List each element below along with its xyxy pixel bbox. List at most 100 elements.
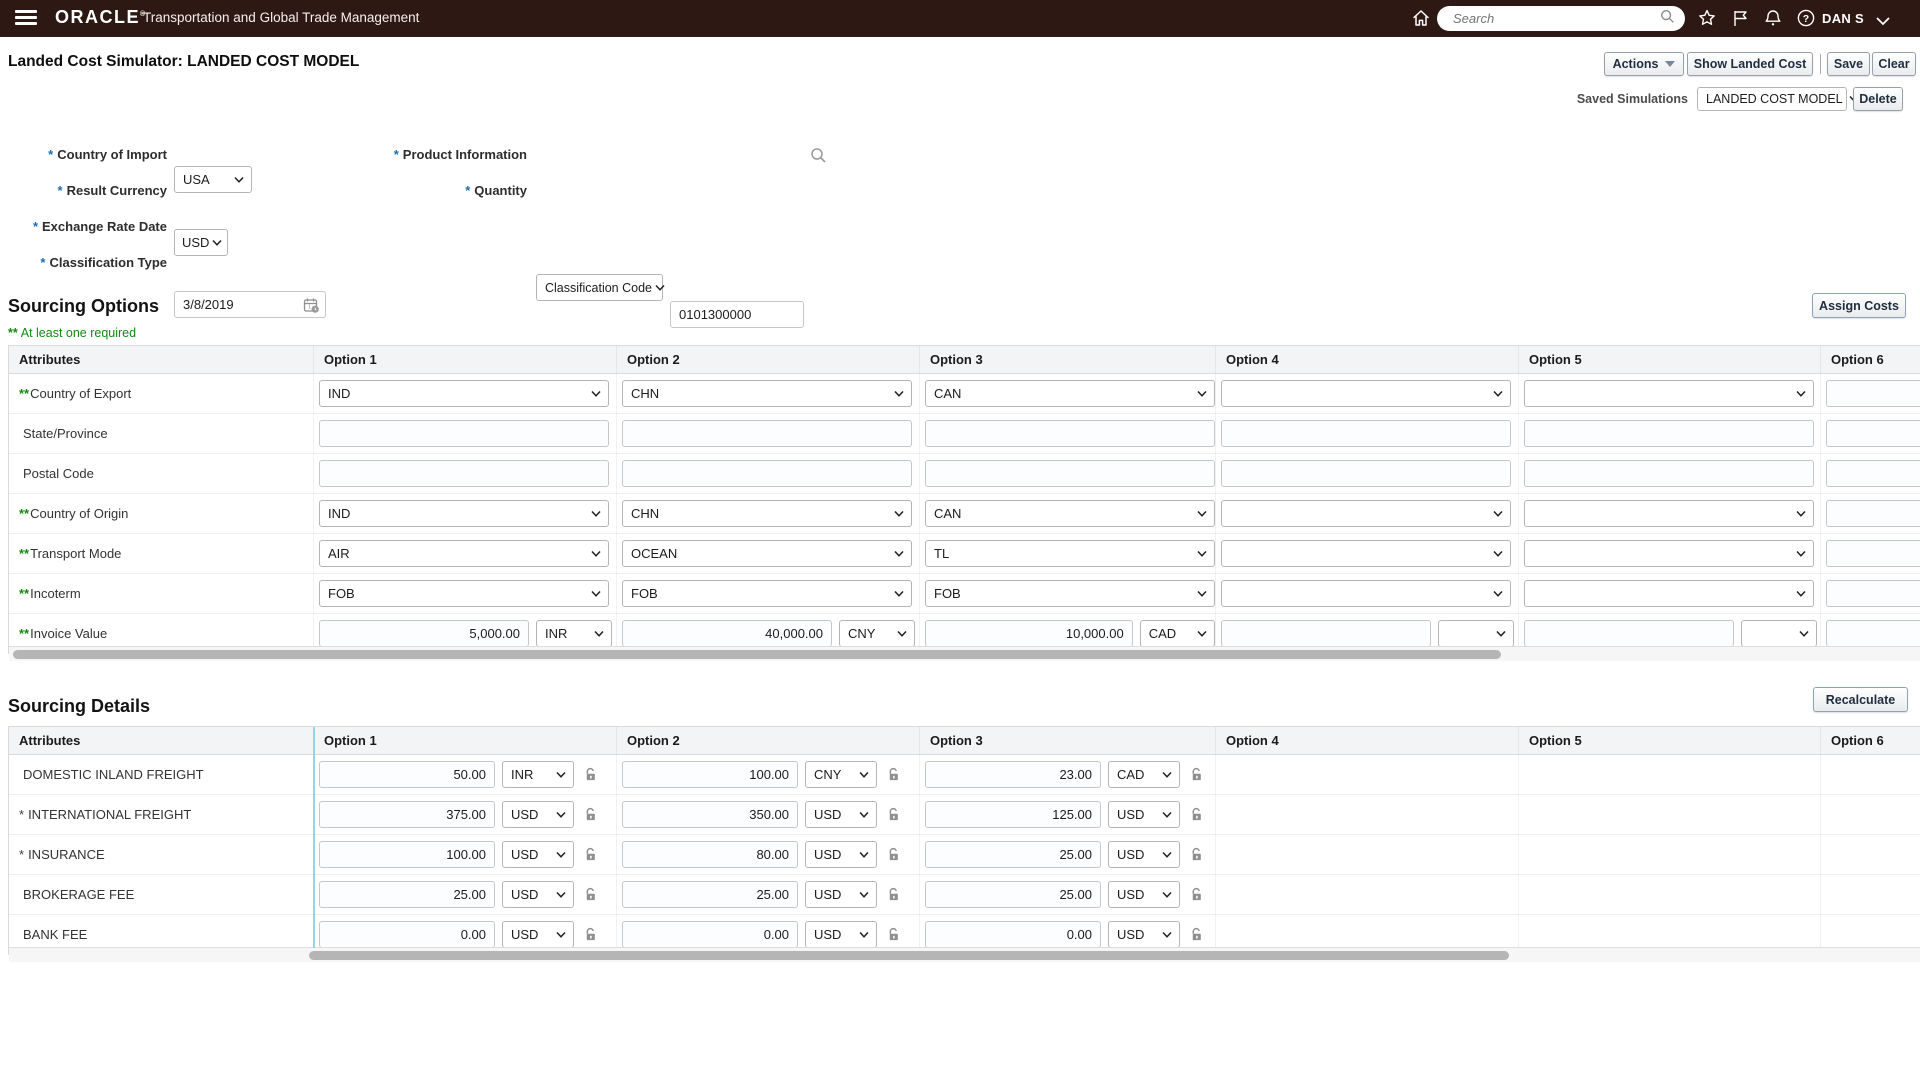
option-select[interactable]: INR (536, 620, 612, 647)
unlock-icon[interactable] (583, 767, 598, 783)
help-icon[interactable]: ? (1796, 8, 1816, 28)
option-select[interactable]: IND (319, 500, 609, 527)
delete-button[interactable]: Delete (1853, 87, 1903, 111)
option-input[interactable] (925, 420, 1215, 447)
calendar-icon[interactable]: 1 (303, 297, 320, 317)
show-landed-cost-button[interactable]: Show Landed Cost (1687, 52, 1813, 76)
clear-button[interactable]: Clear (1872, 52, 1916, 76)
option-input[interactable]: 125.00 (925, 801, 1101, 828)
option-select[interactable] (1524, 540, 1814, 567)
option-input[interactable] (622, 420, 912, 447)
option-input[interactable] (1826, 540, 1920, 567)
option-select[interactable]: USD (805, 881, 877, 908)
save-button[interactable]: Save (1827, 52, 1870, 76)
option-select[interactable] (1524, 380, 1814, 407)
user-menu-chevron-down-icon[interactable] (1876, 13, 1890, 31)
option-select[interactable]: FOB (622, 580, 912, 607)
unlock-icon[interactable] (886, 887, 901, 903)
unlock-icon[interactable] (583, 887, 598, 903)
unlock-icon[interactable] (886, 767, 901, 783)
exchange-rate-date-input[interactable]: 3/8/2019 1 (174, 291, 326, 318)
option-select[interactable]: USD (1108, 881, 1180, 908)
option-input[interactable]: 80.00 (622, 841, 798, 868)
option-input[interactable] (1221, 420, 1511, 447)
scrollbar-thumb[interactable] (309, 951, 1509, 960)
option-select[interactable]: USD (805, 801, 877, 828)
option-input[interactable]: 25.00 (622, 881, 798, 908)
option-select[interactable] (1221, 540, 1511, 567)
flag-icon[interactable] (1731, 8, 1751, 28)
unlock-icon[interactable] (583, 807, 598, 823)
sourcing-options-hscrollbar[interactable] (9, 646, 1920, 661)
actions-button[interactable]: Actions (1604, 52, 1684, 76)
unlock-icon[interactable] (1189, 807, 1204, 823)
option-select[interactable]: CHN (622, 500, 912, 527)
user-name[interactable]: DAN S (1822, 11, 1864, 26)
option-select[interactable] (1524, 580, 1814, 607)
option-select[interactable]: USD (502, 841, 574, 868)
favorites-star-icon[interactable] (1697, 8, 1717, 28)
hamburger-menu-icon[interactable] (15, 10, 37, 26)
option-input[interactable] (1826, 420, 1920, 447)
option-select[interactable]: USD (502, 921, 574, 948)
product-information-type-select[interactable]: Classification Code (536, 274, 665, 301)
option-input[interactable]: 25.00 (319, 881, 495, 908)
unlock-icon[interactable] (583, 927, 598, 943)
unlock-icon[interactable] (1189, 767, 1204, 783)
option-select[interactable] (1221, 580, 1511, 607)
option-input[interactable]: 40,000.00 (622, 620, 832, 647)
option-input[interactable]: 0.00 (319, 921, 495, 948)
option-select[interactable]: CAD (1139, 620, 1215, 647)
option-select[interactable]: FOB (319, 580, 609, 607)
unlock-icon[interactable] (886, 807, 901, 823)
option-input[interactable] (1221, 620, 1431, 647)
option-select[interactable]: CAN (925, 380, 1215, 407)
sourcing-details-hscrollbar[interactable] (9, 947, 1920, 962)
unlock-icon[interactable] (1189, 847, 1204, 863)
option-input[interactable]: 350.00 (622, 801, 798, 828)
option-select[interactable] (1741, 620, 1817, 647)
option-input[interactable]: 25.00 (925, 841, 1101, 868)
option-select[interactable] (1221, 500, 1511, 527)
option-input[interactable]: 100.00 (622, 761, 798, 788)
option-select[interactable] (1438, 620, 1514, 647)
option-select[interactable]: TL (925, 540, 1215, 567)
option-select[interactable]: USD (502, 801, 574, 828)
option-select[interactable] (1221, 380, 1511, 407)
home-icon[interactable] (1411, 8, 1431, 28)
option-select[interactable]: OCEAN (622, 540, 912, 567)
recalculate-button[interactable]: Recalculate (1813, 687, 1908, 712)
notifications-bell-icon[interactable] (1763, 8, 1783, 28)
option-select[interactable]: CNY (805, 761, 877, 788)
country-of-import-select[interactable]: USA (174, 166, 252, 193)
result-currency-select[interactable]: USD (174, 229, 228, 256)
option-select[interactable]: CHN (622, 380, 912, 407)
option-select[interactable]: USD (1108, 801, 1180, 828)
option-input[interactable]: 23.00 (925, 761, 1101, 788)
option-select[interactable]: AIR (319, 540, 609, 567)
option-input[interactable]: 375.00 (319, 801, 495, 828)
option-input[interactable] (1826, 380, 1920, 407)
option-select[interactable]: FOB (925, 580, 1215, 607)
unlock-icon[interactable] (1189, 927, 1204, 943)
option-input[interactable]: 0.00 (622, 921, 798, 948)
option-input[interactable] (319, 460, 609, 487)
option-select[interactable]: IND (319, 380, 609, 407)
assign-costs-button[interactable]: Assign Costs (1812, 293, 1906, 318)
product-search-icon[interactable] (810, 147, 827, 169)
saved-simulations-select[interactable]: LANDED COST MODEL (1697, 87, 1859, 111)
option-input[interactable] (1826, 500, 1920, 527)
option-input[interactable] (1826, 460, 1920, 487)
option-input[interactable] (1524, 620, 1734, 647)
option-input[interactable] (1524, 420, 1814, 447)
option-input[interactable]: 100.00 (319, 841, 495, 868)
unlock-icon[interactable] (886, 847, 901, 863)
unlock-icon[interactable] (1189, 887, 1204, 903)
scrollbar-thumb[interactable] (13, 650, 1501, 659)
option-input[interactable] (1826, 620, 1920, 647)
option-select[interactable]: INR (502, 761, 574, 788)
option-input[interactable]: 0.00 (925, 921, 1101, 948)
option-input[interactable] (1524, 460, 1814, 487)
option-input[interactable] (925, 460, 1215, 487)
global-search-input[interactable]: Search (1437, 6, 1685, 31)
